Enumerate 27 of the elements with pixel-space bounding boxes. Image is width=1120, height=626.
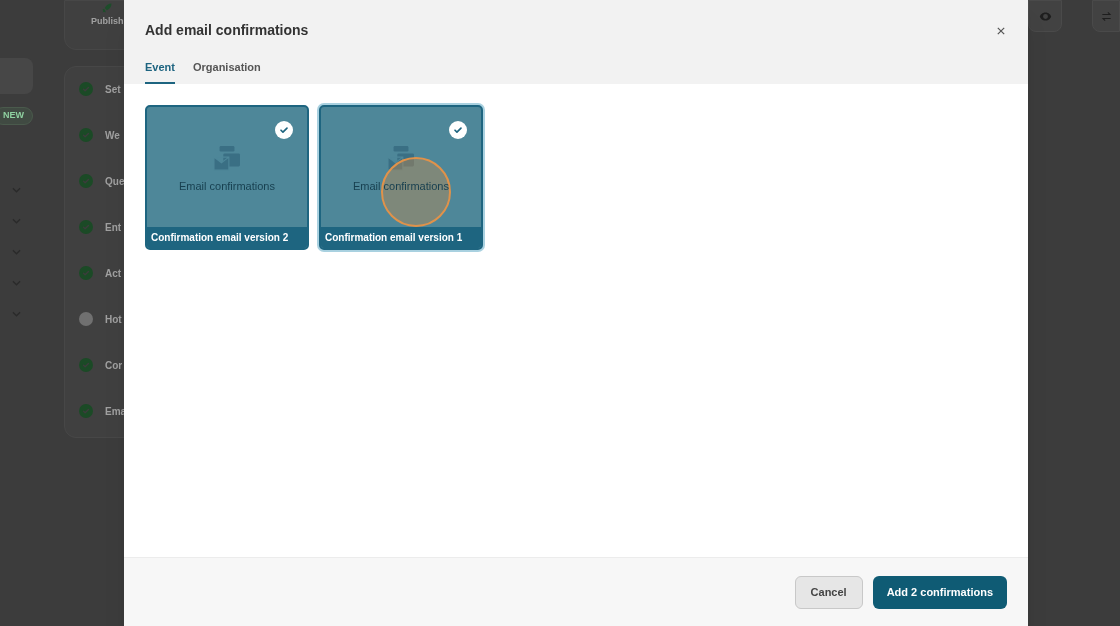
envelopes-icon [212, 146, 242, 173]
confirm-button[interactable]: Add 2 confirmations [872, 575, 1007, 609]
close-icon[interactable] [997, 26, 1005, 35]
template-card[interactable]: Email confirmations Confirmation email version 2 [145, 104, 309, 250]
eye-icon [1038, 9, 1052, 23]
tab[interactable]: Event [145, 59, 175, 84]
card-caption: Email confirmations [179, 179, 275, 195]
step-label[interactable]: We [105, 127, 120, 143]
step-label[interactable]: Act [105, 265, 122, 281]
tab[interactable]: Organisation [192, 59, 261, 84]
envelopes-icon [386, 146, 416, 173]
cancel-button[interactable]: Cancel [794, 575, 863, 609]
step-label[interactable]: Set [105, 81, 121, 97]
swap-icon [1100, 10, 1112, 22]
step-label[interactable]: Hot [105, 311, 122, 327]
card-caption: Email confirmations [353, 179, 449, 195]
new-badge: NEW [0, 107, 33, 125]
publish-label[interactable]: Publish [91, 15, 124, 29]
swap-button[interactable] [1092, 0, 1120, 32]
step-label[interactable]: Cor [105, 357, 123, 373]
card-title: Confirmation email version 1 [321, 226, 481, 248]
preview-button[interactable] [1028, 0, 1062, 32]
step-label[interactable]: Ent [105, 219, 122, 235]
template-card[interactable]: Email confirmations Confirmation email version 1 [319, 104, 483, 250]
dialog-title: Add email confirmations [145, 21, 309, 40]
card-title: Confirmation email version 2 [147, 226, 307, 248]
step-label[interactable]: Que [105, 173, 125, 189]
